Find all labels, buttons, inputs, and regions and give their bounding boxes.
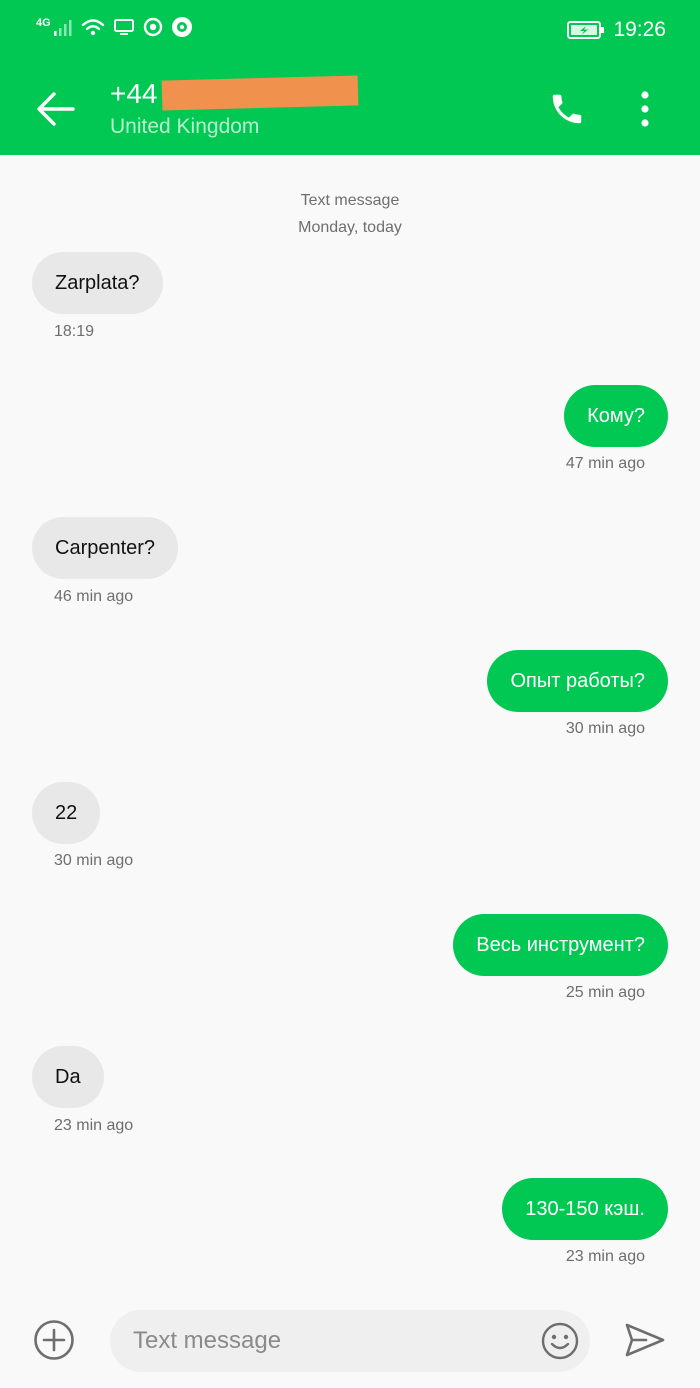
message-timestamp: 46 min ago [54,588,134,605]
outgoing-message-bubble[interactable]: 130-150 кэш. [502,1178,668,1240]
incoming-message-bubble[interactable]: Da [32,1046,104,1108]
message-timestamp: 25 min ago [565,984,645,1001]
outgoing-message-bubble[interactable]: Весь инструмент? [453,914,668,976]
message-type-label: Text message [300,192,400,209]
screen-cast-icon [113,19,134,35]
message-thread[interactable]: Text message Monday, today Zarplata? 18:… [0,155,700,1298]
message-timestamp: 23 min ago [565,1248,645,1265]
contact-number-wrap: +44 7917 37 [110,75,359,112]
message-timestamp: 30 min ago [565,720,645,737]
send-icon [625,1323,665,1357]
message-input[interactable]: Text message [110,1310,590,1372]
status-icons-right: 19:26 [567,18,666,42]
contact-info[interactable]: +44 7917 37 United Kingdom [110,75,359,141]
back-button[interactable] [30,84,80,134]
top-bar: 4G 19:26 +44 United Kingdom [0,0,700,155]
more-vert-icon [641,91,649,127]
add-attachment-icon [34,1320,74,1360]
clock: 19:26 [613,18,666,41]
call-button[interactable] [542,86,592,132]
battery-charging-icon [567,21,605,39]
outgoing-message-bubble[interactable]: Кому? [564,385,668,447]
message-timestamp: 23 min ago [54,1117,134,1134]
thread-header: Text message Monday, today [0,187,700,241]
add-attachment-button[interactable] [32,1318,76,1362]
message-timestamp: 18:19 [54,323,95,340]
message-input-placeholder: Text message [133,1327,282,1354]
back-arrow-icon [37,92,75,126]
network-type: 4G [36,17,51,29]
redaction-mark [161,75,359,111]
composer-bar: Text message [0,1298,700,1388]
date-label: Monday, today [298,219,402,236]
emoji-button[interactable] [540,1321,580,1361]
contact-country: United Kingdom [110,115,260,138]
emoji-icon [541,1322,579,1360]
incoming-message-bubble[interactable]: Carpenter? [32,517,179,579]
message-timestamp: 47 min ago [565,455,645,472]
chrome-icon [143,17,162,37]
phone-icon [552,94,582,124]
send-button[interactable] [624,1322,666,1358]
app-bar: +44 7917 37 United Kingdom [0,62,700,155]
signal-icon [53,20,72,36]
app-notification-icon [171,17,192,37]
incoming-message-bubble[interactable]: Zarplata? [32,252,163,314]
wifi-icon [81,19,104,36]
status-icons-left: 4G [36,16,193,38]
incoming-message-bubble[interactable]: 22 [32,782,101,844]
message-timestamp: 30 min ago [54,852,134,869]
outgoing-message-bubble[interactable]: Опыт работы? [487,650,668,712]
status-bar: 4G 19:26 [0,0,700,62]
more-options-button[interactable] [622,84,668,134]
